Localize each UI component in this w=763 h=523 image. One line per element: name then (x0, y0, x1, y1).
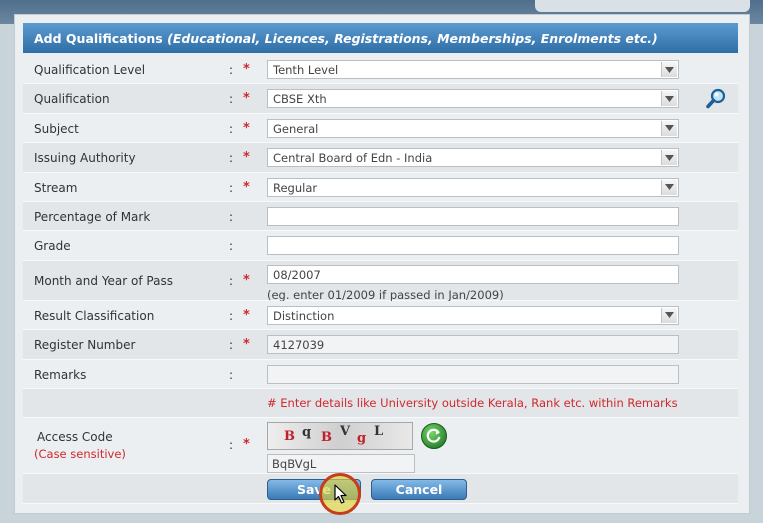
row-register-number: Register Number : * 4127039 (23, 330, 738, 360)
stream-label: Stream (34, 180, 78, 195)
issuing-authority-label: Issuing Authority (34, 151, 136, 166)
captcha-char: B (321, 430, 332, 446)
row-access-code: Access Code (Case sensitive) : * B q B V… (23, 418, 738, 475)
captcha-char: g (357, 431, 367, 447)
row-result-classification: Result Classification : * Distinction (23, 300, 738, 331)
colon: : (229, 338, 234, 353)
chevron-down-icon[interactable] (661, 120, 677, 136)
colon: : (229, 273, 234, 288)
captcha-char: q (302, 425, 312, 441)
colon: : (229, 121, 234, 136)
magnifier-icon[interactable] (705, 88, 727, 110)
qualification-level-value: Tenth Level (273, 63, 339, 77)
panel-header: Add Qualifications (Educational, Licence… (23, 23, 738, 53)
captcha-char: V (340, 424, 351, 440)
colon: : (229, 209, 234, 224)
register-number-input[interactable]: 4127039 (267, 335, 679, 355)
qualification-level-select[interactable]: Tenth Level (267, 60, 679, 79)
row-qualification: Qualification : * CBSE Xth (23, 84, 738, 114)
colon: : (229, 239, 234, 254)
chevron-down-icon[interactable] (661, 62, 677, 77)
case-sensitive-note: (Case sensitive) (34, 447, 126, 462)
subject-label: Subject (34, 121, 79, 136)
issuing-authority-select[interactable]: Central Board of Edn - India (267, 148, 679, 168)
month-year-hint: (eg. enter 01/2009 if passed in Jan/2009… (267, 287, 504, 302)
percentage-label: Percentage of Mark (34, 209, 151, 224)
access-code-label: Access Code (37, 430, 113, 445)
required-mark: * (243, 307, 250, 323)
month-year-input[interactable]: 08/2007 (267, 264, 679, 284)
remarks-label: Remarks (34, 367, 87, 382)
result-classification-value: Distinction (273, 308, 335, 323)
row-grade: Grade : (23, 231, 738, 261)
chevron-down-icon[interactable] (661, 91, 677, 107)
subject-value: General (273, 121, 319, 136)
colon: : (229, 438, 234, 453)
subject-select[interactable]: General (267, 118, 679, 138)
stream-value: Regular (273, 180, 318, 195)
required-mark: * (243, 120, 250, 136)
colon: : (229, 63, 234, 77)
refresh-icon[interactable] (421, 423, 447, 450)
required-mark: * (243, 150, 250, 166)
row-remarks-note: # Enter details like University outside … (23, 388, 738, 419)
top-tab (535, 0, 750, 12)
colon: : (229, 308, 234, 323)
required-mark: * (243, 179, 250, 195)
form-rows: Qualification Level : * Tenth Level Qual… (23, 55, 738, 516)
panel-title: Add Qualifications (34, 31, 163, 46)
required-mark: * (243, 62, 250, 77)
result-classification-select[interactable]: Distinction (267, 305, 679, 325)
grade-label: Grade (34, 239, 71, 254)
row-qualification-level: Qualification Level : * Tenth Level (23, 55, 738, 85)
required-mark: * (243, 272, 250, 288)
access-code-input[interactable]: BqBVgL (267, 454, 415, 474)
row-month-year: Month and Year of Pass : * 08/2007 (eg. … (23, 260, 738, 302)
stream-select[interactable]: Regular (267, 177, 679, 197)
required-mark: * (243, 91, 250, 107)
captcha-char: L (374, 424, 384, 440)
required-mark: * (243, 437, 250, 453)
percentage-input[interactable] (267, 206, 679, 226)
row-remarks: Remarks : (23, 359, 738, 389)
grade-input[interactable] (267, 236, 679, 256)
chevron-down-icon[interactable] (661, 179, 677, 195)
qualification-select[interactable]: CBSE Xth (267, 89, 679, 109)
row-buttons: Save Cancel (23, 473, 738, 516)
captcha-image: B q B V g L (267, 422, 413, 451)
chevron-down-icon[interactable] (661, 307, 677, 323)
add-qualifications-panel: Add Qualifications (Educational, Licence… (14, 14, 750, 516)
row-issuing-authority: Issuing Authority : * Central Board of E… (23, 143, 738, 173)
colon: : (229, 92, 234, 107)
remarks-note: # Enter details like University outside … (267, 395, 678, 410)
qualification-level-label: Qualification Level (34, 63, 146, 77)
register-number-label: Register Number (34, 338, 136, 353)
row-stream: Stream : * Regular (23, 172, 738, 202)
captcha-char: B (284, 429, 295, 445)
month-year-label: Month and Year of Pass (34, 273, 173, 288)
remarks-input[interactable] (267, 364, 679, 384)
result-classification-label: Result Classification (34, 308, 155, 323)
panel-subtitle: (Educational, Licences, Registrations, M… (167, 31, 658, 46)
required-mark: * (243, 337, 250, 353)
cancel-button[interactable]: Cancel (371, 479, 467, 501)
colon: : (229, 367, 234, 382)
colon: : (229, 180, 234, 195)
row-percentage: Percentage of Mark : (23, 201, 738, 232)
mouse-pointer-icon (334, 484, 347, 504)
qualification-label: Qualification (34, 92, 110, 107)
issuing-authority-value: Central Board of Edn - India (273, 151, 433, 166)
chevron-down-icon[interactable] (661, 150, 677, 166)
colon: : (229, 151, 234, 166)
qualification-value: CBSE Xth (273, 92, 327, 107)
row-subject: Subject : * General (23, 113, 738, 144)
